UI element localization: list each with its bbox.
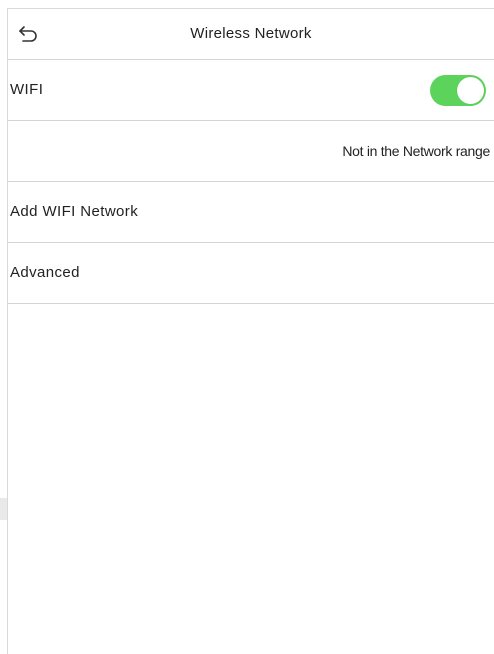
network-status-row[interactable]: Not in the Network range xyxy=(8,121,494,182)
advanced-item[interactable]: Advanced xyxy=(8,243,494,304)
add-wifi-network-label: Add WIFI Network xyxy=(10,203,139,220)
page-title: Wireless Network xyxy=(190,25,312,42)
wifi-toggle[interactable] xyxy=(430,75,486,106)
side-edge-tab xyxy=(0,498,7,520)
wifi-label: WIFI xyxy=(10,81,44,98)
back-arrow-icon xyxy=(19,26,37,42)
advanced-label: Advanced xyxy=(10,264,80,281)
add-wifi-network-item[interactable]: Add WIFI Network xyxy=(8,182,494,243)
wireless-network-screen: Wireless Network WIFI Not in the Network… xyxy=(7,8,494,654)
back-button[interactable] xyxy=(12,19,44,49)
header-bar: Wireless Network xyxy=(8,9,494,60)
network-status-text: Not in the Network range xyxy=(342,143,490,159)
toggle-knob xyxy=(457,77,484,104)
wifi-row: WIFI xyxy=(8,60,494,121)
